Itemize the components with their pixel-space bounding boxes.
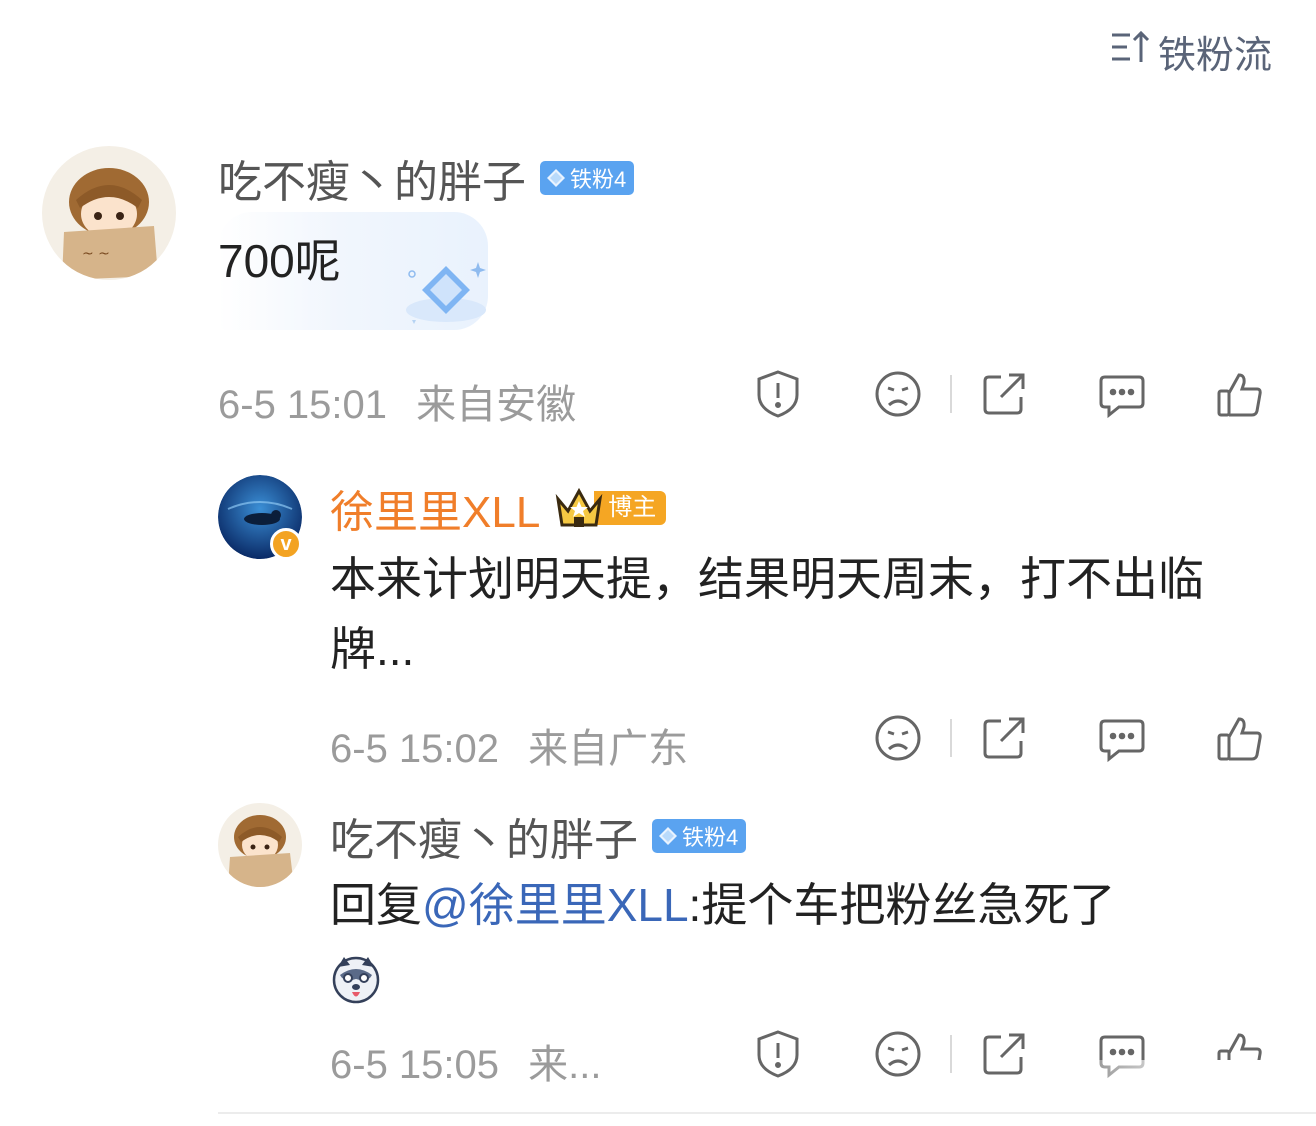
avatar[interactable]	[218, 803, 302, 887]
reply-prefix: 回复	[330, 879, 422, 931]
reply-button[interactable]	[1096, 712, 1148, 764]
crown-icon	[555, 487, 603, 527]
bottom-fade-overlay	[1040, 1060, 1316, 1126]
comment-actions	[872, 712, 1266, 764]
comment-location: 来自广东	[528, 727, 689, 771]
sort-label: 铁粉流	[1157, 35, 1272, 77]
share-icon	[983, 717, 1025, 759]
verified-badge-icon: v	[270, 528, 302, 560]
diamond-icon	[547, 169, 565, 187]
dislike-button[interactable]	[872, 1028, 924, 1080]
comment-location: 来...	[528, 1043, 602, 1087]
comment-time: 6-5 15:01	[218, 383, 388, 427]
divider	[950, 375, 952, 413]
share-button[interactable]	[978, 368, 1030, 420]
dislike-button[interactable]	[872, 368, 924, 420]
fan-level-label: 铁粉4	[570, 167, 627, 192]
divider	[950, 719, 952, 757]
host-badge: 博主	[554, 487, 667, 528]
bottom-divider	[218, 1112, 1316, 1114]
sort-icon	[1110, 26, 1152, 78]
username[interactable]: 吃不瘦丶的胖子	[330, 804, 638, 868]
dislike-button[interactable]	[872, 712, 924, 764]
report-button[interactable]	[752, 368, 804, 420]
host-label: 博主	[594, 491, 667, 525]
reply-button[interactable]	[1096, 368, 1148, 420]
share-button[interactable]	[978, 712, 1030, 764]
username[interactable]: 吃不瘦丶的胖子	[218, 146, 526, 210]
comment-time: 6-5 15:05	[330, 1043, 500, 1087]
like-button[interactable]	[1214, 712, 1266, 764]
share-icon	[983, 373, 1025, 415]
comment-icon	[1099, 375, 1145, 419]
report-icon	[757, 1030, 799, 1078]
sad-face-icon	[875, 371, 921, 417]
comment-text: 回复@徐里里XLL:提个车把粉丝急死了	[330, 870, 1250, 1010]
like-button[interactable]	[1214, 368, 1266, 420]
diamond-icon	[659, 827, 677, 845]
dog-emoji-icon	[330, 953, 382, 1005]
comment-location: 来自安徽	[416, 383, 577, 427]
fan-level-label: 铁粉4	[682, 825, 739, 850]
avatar[interactable]: ~ ~	[42, 146, 176, 280]
sad-face-icon	[875, 715, 921, 761]
thumbs-up-icon	[1217, 373, 1262, 417]
diamond-icon	[406, 262, 486, 324]
share-icon	[983, 1033, 1025, 1075]
comment-text: 本来计划明天提，结果明天周末，打不出临牌...	[330, 553, 1204, 675]
share-button[interactable]	[978, 1028, 1030, 1080]
comment-time: 6-5 15:02	[330, 727, 500, 771]
mention-link[interactable]: @徐里里XLL	[422, 879, 689, 931]
report-button[interactable]	[752, 1028, 804, 1080]
sad-face-icon	[875, 1031, 921, 1077]
comment-actions	[752, 368, 1266, 420]
report-icon	[757, 370, 799, 418]
comment-icon	[1099, 719, 1145, 763]
thumbs-up-icon	[1217, 717, 1262, 761]
fan-level-badge[interactable]: 铁粉4	[540, 161, 635, 195]
username[interactable]: 徐里里XLL	[330, 476, 540, 540]
comment-text: 700呢	[218, 235, 341, 287]
svg-text:~ ~: ~ ~	[82, 246, 110, 262]
reply-text: :提个车把粉丝急死了	[688, 879, 1116, 931]
divider	[950, 1035, 952, 1073]
sort-toggle-button[interactable]: 铁粉流	[1110, 24, 1272, 79]
fan-level-badge[interactable]: 铁粉4	[652, 819, 747, 853]
